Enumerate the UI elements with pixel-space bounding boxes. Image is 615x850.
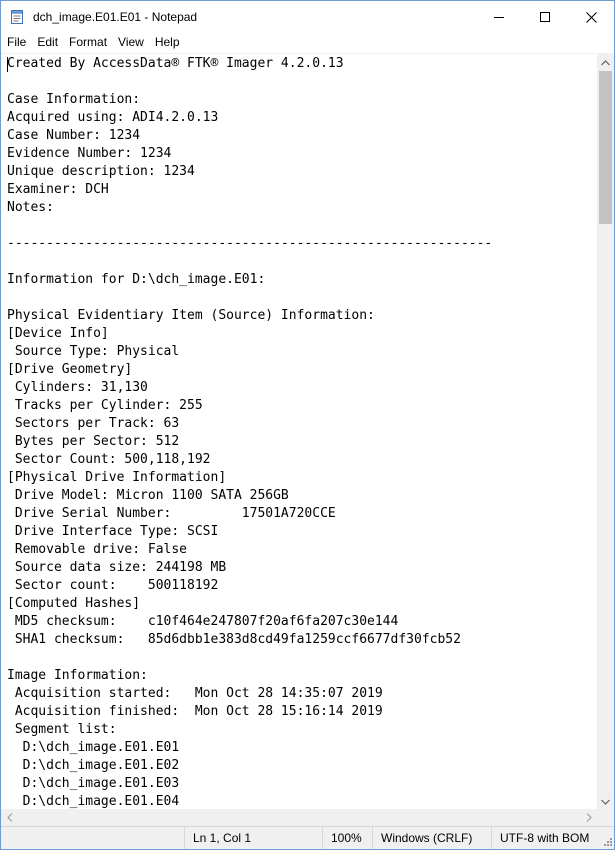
- text-line[interactable]: Acquisition started: Mon Oct 28 14:35:07…: [7, 685, 492, 703]
- text-line[interactable]: Sector Count: 500,118,192: [7, 451, 492, 469]
- status-bar: Ln 1, Col 1 100% Windows (CRLF) UTF-8 wi…: [1, 826, 614, 849]
- scroll-left-arrow-icon: [6, 809, 13, 827]
- text-line[interactable]: Physical Evidentiary Item (Source) Infor…: [7, 307, 492, 325]
- horizontal-scrollbar[interactable]: [1, 809, 597, 826]
- notepad-icon[interactable]: [9, 9, 25, 25]
- close-button[interactable]: [568, 1, 614, 33]
- document-text[interactable]: Created By AccessData® FTK® Imager 4.2.0…: [7, 55, 492, 809]
- notepad-window: dch_image.E01.E01 - Notepad File Edit Fo…: [0, 0, 615, 850]
- menu-file[interactable]: File: [1, 33, 31, 53]
- text-line[interactable]: Sector count: 500118192: [7, 577, 492, 595]
- text-line[interactable]: Segment list:: [7, 721, 492, 739]
- scroll-down-arrow-icon: [601, 792, 610, 810]
- text-line[interactable]: Drive Interface Type: SCSI: [7, 523, 492, 541]
- title-bar[interactable]: dch_image.E01.E01 - Notepad: [1, 1, 614, 33]
- text-line[interactable]: [7, 217, 492, 235]
- window-title: dch_image.E01.E01 - Notepad: [33, 10, 198, 24]
- text-line[interactable]: Bytes per Sector: 512: [7, 433, 492, 451]
- text-line[interactable]: Created By AccessData® FTK® Imager 4.2.0…: [7, 55, 492, 73]
- text-line[interactable]: D:\dch_image.E01.E02: [7, 757, 492, 775]
- text-line[interactable]: Source data size: 244198 MB: [7, 559, 492, 577]
- text-line[interactable]: Notes:: [7, 199, 492, 217]
- text-line[interactable]: Acquired using: ADI4.2.0.13: [7, 109, 492, 127]
- scroll-right-button[interactable]: [580, 809, 597, 826]
- menu-edit[interactable]: Edit: [31, 33, 63, 53]
- menu-view[interactable]: View: [112, 33, 149, 53]
- text-caret: [7, 57, 8, 72]
- vertical-scrollbar[interactable]: [597, 53, 614, 809]
- status-cursor-position: Ln 1, Col 1: [184, 827, 322, 849]
- text-line[interactable]: Tracks per Cylinder: 255: [7, 397, 492, 415]
- menu-help[interactable]: Help: [149, 33, 185, 53]
- text-line[interactable]: [Drive Geometry]: [7, 361, 492, 379]
- text-line[interactable]: [Computed Hashes]: [7, 595, 492, 613]
- text-line[interactable]: Image Information:: [7, 667, 492, 685]
- text-line[interactable]: [7, 289, 492, 307]
- status-line-endings: Windows (CRLF): [372, 827, 491, 849]
- text-line[interactable]: Source Type: Physical: [7, 343, 492, 361]
- minimize-button[interactable]: [476, 1, 522, 33]
- text-line[interactable]: D:\dch_image.E01.E03: [7, 775, 492, 793]
- scroll-up-button[interactable]: [597, 53, 614, 70]
- text-line[interactable]: D:\dch_image.E01.E04: [7, 793, 492, 809]
- resize-grip-icon[interactable]: [601, 836, 613, 848]
- text-line[interactable]: Cylinders: 31,130: [7, 379, 492, 397]
- text-line[interactable]: [7, 253, 492, 271]
- text-line[interactable]: [7, 73, 492, 91]
- text-line[interactable]: [Physical Drive Information]: [7, 469, 492, 487]
- text-line[interactable]: Information for D:\dch_image.E01:: [7, 271, 492, 289]
- text-line[interactable]: Case Information:: [7, 91, 492, 109]
- close-icon: [585, 11, 597, 23]
- text-line[interactable]: ----------------------------------------…: [7, 235, 492, 253]
- text-line[interactable]: Drive Model: Micron 1100 SATA 256GB: [7, 487, 492, 505]
- text-line[interactable]: Sectors per Track: 63: [7, 415, 492, 433]
- text-line[interactable]: Unique description: 1234: [7, 163, 492, 181]
- text-line[interactable]: Removable drive: False: [7, 541, 492, 559]
- text-line[interactable]: [7, 649, 492, 667]
- text-line[interactable]: MD5 checksum: c10f464e247807f20af6fa207c…: [7, 613, 492, 631]
- text-line[interactable]: [Device Info]: [7, 325, 492, 343]
- text-line[interactable]: Evidence Number: 1234: [7, 145, 492, 163]
- text-line[interactable]: SHA1 checksum: 85d6dbb1e383d8cd49fa1259c…: [7, 631, 492, 649]
- text-line[interactable]: Drive Serial Number: 17501A720CCE: [7, 505, 492, 523]
- scroll-up-arrow-icon: [601, 53, 610, 71]
- scroll-left-button[interactable]: [1, 809, 18, 826]
- maximize-button[interactable]: [522, 1, 568, 33]
- text-line[interactable]: Examiner: DCH: [7, 181, 492, 199]
- menu-bar: File Edit Format View Help: [1, 33, 614, 53]
- text-line[interactable]: D:\dch_image.E01.E01: [7, 739, 492, 757]
- menu-format[interactable]: Format: [63, 33, 112, 53]
- text-editor-area[interactable]: Created By AccessData® FTK® Imager 4.2.0…: [1, 53, 597, 809]
- text-line[interactable]: Acquisition finished: Mon Oct 28 15:16:1…: [7, 703, 492, 721]
- maximize-icon: [540, 12, 550, 22]
- status-zoom: 100%: [322, 827, 372, 849]
- status-encoding: UTF-8 with BOM: [491, 827, 614, 849]
- scrollbar-corner: [597, 809, 614, 826]
- scroll-down-button[interactable]: [597, 792, 614, 809]
- scroll-right-arrow-icon: [586, 809, 592, 827]
- minimize-icon: [494, 12, 504, 22]
- vertical-scroll-thumb[interactable]: [599, 71, 612, 224]
- text-line[interactable]: Case Number: 1234: [7, 127, 492, 145]
